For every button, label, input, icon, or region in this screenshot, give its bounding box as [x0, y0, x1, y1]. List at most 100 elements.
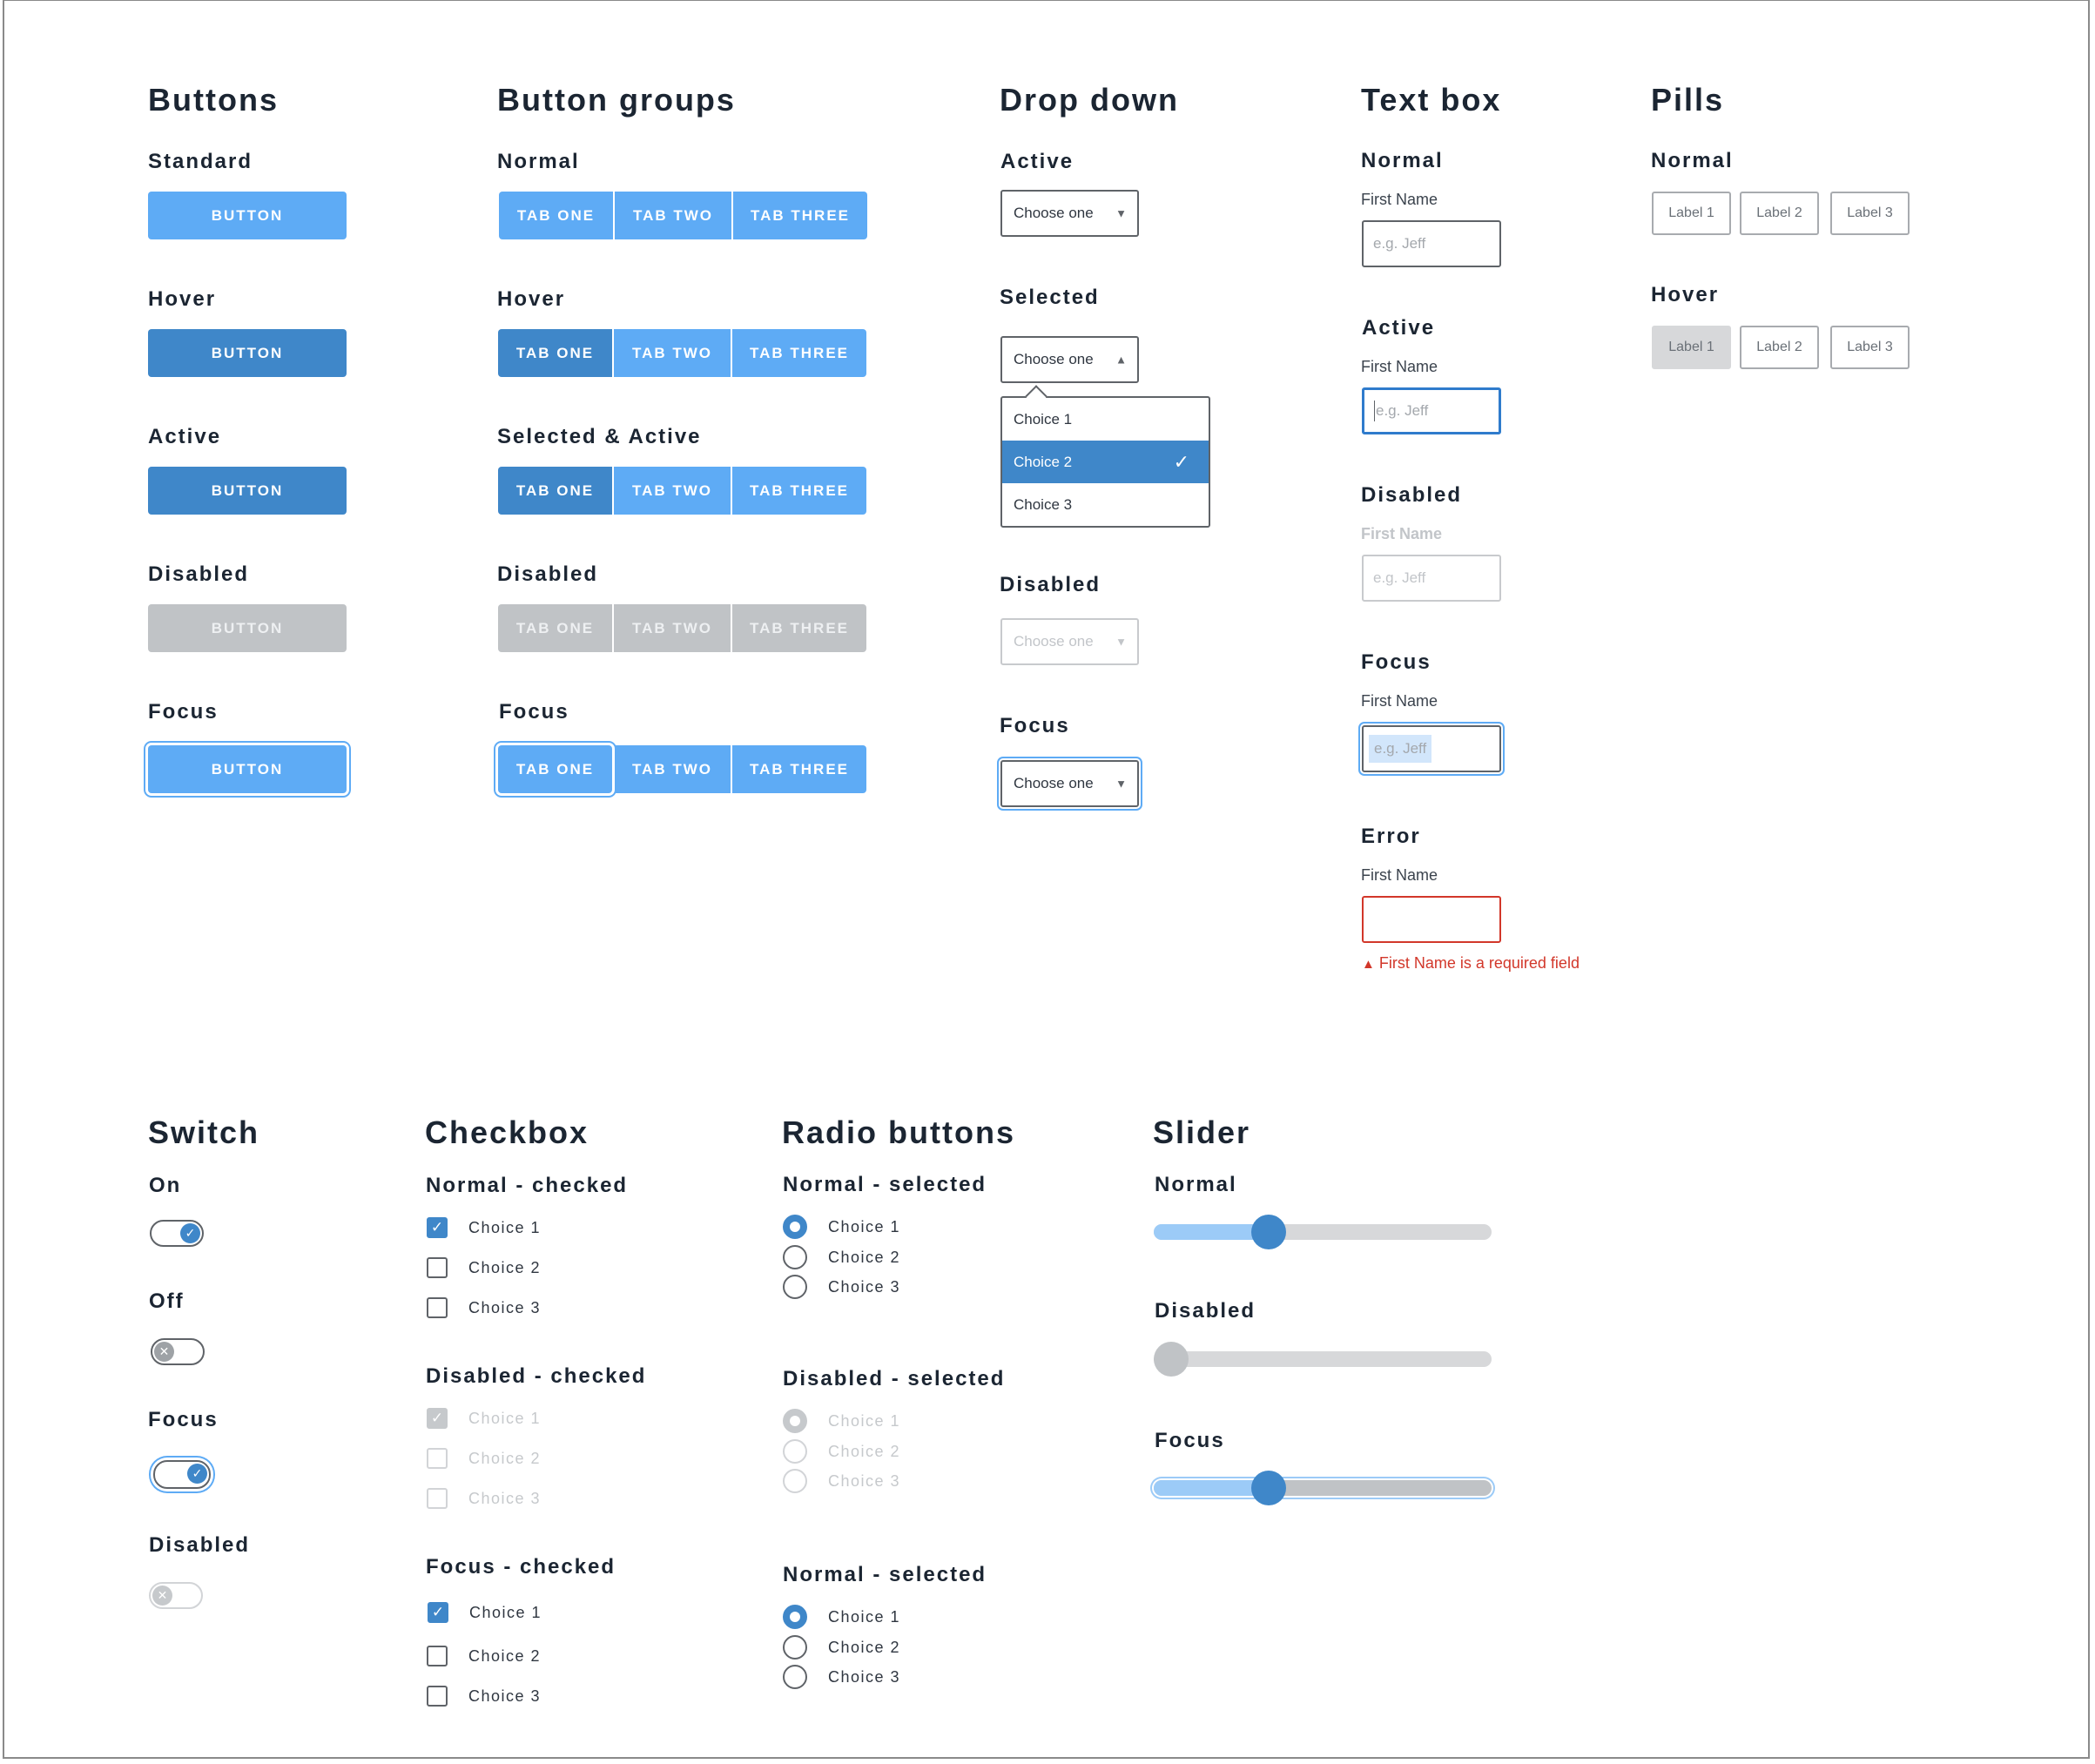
active-button[interactable]: BUTTON	[148, 467, 347, 515]
dropdown-disabled-label: Disabled	[1000, 573, 1101, 596]
check-icon: ✓	[180, 1223, 200, 1243]
button-groups-normal-label: Normal	[497, 150, 580, 173]
chevron-up-icon: ▲	[1115, 353, 1127, 367]
switch-focus[interactable]: ✓	[153, 1460, 211, 1489]
first-name-input-focus[interactable]: e.g. Jeff	[1362, 725, 1501, 772]
radio-item[interactable]: Choice 3	[783, 1665, 900, 1689]
tab-one[interactable]: TAB ONE	[498, 329, 612, 377]
pill-label-1-hover[interactable]: Label 1	[1652, 326, 1731, 369]
slider-disabled	[1154, 1342, 1492, 1377]
checkbox-item[interactable]: Choice 2	[427, 1644, 541, 1668]
placeholder-selected: e.g. Jeff	[1369, 735, 1432, 763]
radio-selected[interactable]	[783, 1605, 807, 1629]
pill-label-2[interactable]: Label 2	[1740, 326, 1819, 369]
hover-button[interactable]: BUTTON	[148, 329, 347, 377]
slider-thumb[interactable]	[1250, 1471, 1286, 1505]
radio-unselected[interactable]	[783, 1665, 807, 1689]
pill-label-3[interactable]: Label 3	[1830, 326, 1910, 369]
switch-on-label: On	[149, 1174, 182, 1197]
switch-off[interactable]: ✕	[151, 1338, 205, 1365]
checkbox-unchecked[interactable]	[427, 1686, 448, 1707]
tab-three[interactable]: TAB THREE	[731, 467, 866, 515]
first-name-input-disabled: e.g. Jeff	[1362, 555, 1501, 602]
radio-item[interactable]: Choice 3	[783, 1275, 900, 1299]
switch-on[interactable]: ✓	[150, 1220, 204, 1247]
checkbox-item-disabled: ✓ Choice 1	[427, 1406, 541, 1431]
tab-two[interactable]: TAB TWO	[612, 329, 731, 377]
tab-three[interactable]: TAB THREE	[731, 192, 867, 239]
dropdown-option-selected[interactable]: Choice 2 ✓	[1002, 441, 1209, 483]
checkbox-unchecked-disabled	[427, 1488, 448, 1509]
first-name-input-normal[interactable]: e.g. Jeff	[1362, 220, 1501, 267]
checkbox-label: Choice 1	[468, 1409, 542, 1427]
tab-three: TAB THREE	[731, 604, 866, 652]
radio-unselected-disabled	[783, 1439, 807, 1464]
tab-one[interactable]: TAB ONE	[498, 467, 612, 515]
radio-item-disabled: Choice 3	[783, 1469, 900, 1493]
dropdown-focus[interactable]: Choose one ▼	[1000, 760, 1139, 807]
chevron-down-icon: ▼	[1115, 777, 1127, 791]
radio-unselected[interactable]	[783, 1275, 807, 1299]
radio-label: Choice 3	[828, 1667, 901, 1686]
checkbox-unchecked[interactable]	[427, 1257, 448, 1278]
pill-label-1[interactable]: Label 1	[1652, 192, 1731, 235]
dropdown-disabled: Choose one ▼	[1000, 618, 1139, 665]
focus-button[interactable]: BUTTON	[148, 745, 347, 793]
tab-three[interactable]: TAB THREE	[731, 329, 866, 377]
checkbox-unchecked[interactable]	[427, 1297, 448, 1318]
dropdown-selected[interactable]: Choose one ▲	[1000, 336, 1139, 383]
pill-label-3[interactable]: Label 3	[1830, 192, 1910, 235]
radio-label: Choice 1	[828, 1217, 901, 1235]
radio-item[interactable]: Choice 1	[783, 1605, 900, 1629]
checkbox-label: Choice 3	[468, 1298, 542, 1316]
textbox-focus-label: Focus	[1361, 650, 1431, 674]
check-icon: ✓	[430, 1410, 444, 1426]
checkbox-unchecked[interactable]	[427, 1646, 448, 1666]
tab-two[interactable]: TAB TWO	[612, 467, 731, 515]
field-label: First Name	[1361, 191, 1438, 208]
radio-unselected[interactable]	[783, 1635, 807, 1660]
dropdown-selected-label: Selected	[1000, 286, 1100, 309]
tab-three[interactable]: TAB THREE	[731, 745, 866, 793]
check-icon: ✓	[187, 1464, 207, 1484]
radio-item[interactable]: Choice 1	[783, 1215, 900, 1239]
checkbox-item[interactable]: ✓ Choice 1	[428, 1600, 542, 1625]
button-group-normal: TAB ONE TAB TWO TAB THREE	[499, 192, 867, 239]
first-name-input-error[interactable]	[1362, 896, 1501, 943]
pill-label-2[interactable]: Label 2	[1740, 192, 1819, 235]
dropdown-value: Choose one	[1014, 205, 1094, 221]
checkbox-item[interactable]: Choice 3	[427, 1296, 541, 1320]
checkbox-label: Choice 3	[468, 1489, 542, 1507]
option-label: Choice 3	[1014, 495, 1073, 513]
checkbox-item[interactable]: ✓ Choice 1	[427, 1215, 541, 1240]
tab-two[interactable]: TAB TWO	[613, 192, 731, 239]
page-frame	[3, 0, 2090, 1759]
checkbox-group-label: Normal - checked	[426, 1174, 629, 1197]
radio-item[interactable]: Choice 2	[783, 1245, 900, 1269]
checkbox-item[interactable]: Choice 3	[427, 1684, 541, 1708]
tab-two[interactable]: TAB TWO	[612, 745, 731, 793]
checkbox-item[interactable]: Choice 2	[427, 1256, 541, 1280]
tab-one[interactable]: TAB ONE	[498, 745, 612, 793]
check-icon: ✓	[430, 1219, 444, 1235]
dropdown-active[interactable]: Choose one ▼	[1000, 190, 1139, 237]
slider-focus[interactable]	[1154, 1471, 1492, 1505]
dropdown-value: Choose one	[1014, 775, 1094, 791]
radio-selected-disabled	[783, 1409, 807, 1433]
buttons-active-label: Active	[148, 425, 222, 448]
textbox-error-label: Error	[1361, 825, 1421, 848]
dropdown-option[interactable]: Choice 3	[1002, 483, 1209, 526]
slider-normal[interactable]	[1154, 1215, 1492, 1249]
radio-item[interactable]: Choice 2	[783, 1635, 900, 1660]
checkbox-checked[interactable]: ✓	[428, 1602, 448, 1623]
first-name-input-active[interactable]: e.g. Jeff	[1362, 387, 1501, 434]
button-groups-focus-label: Focus	[499, 700, 569, 724]
slider-thumb[interactable]	[1250, 1215, 1286, 1249]
tab-one[interactable]: TAB ONE	[499, 192, 613, 239]
radio-unselected[interactable]	[783, 1245, 807, 1269]
radio-selected[interactable]	[783, 1215, 807, 1239]
checkbox-checked[interactable]: ✓	[427, 1217, 448, 1238]
dropdown-option[interactable]: Choice 1	[1002, 398, 1209, 441]
standard-button[interactable]: BUTTON	[148, 192, 347, 239]
dropdown-menu: Choice 1 Choice 2 ✓ Choice 3	[1000, 385, 1210, 528]
